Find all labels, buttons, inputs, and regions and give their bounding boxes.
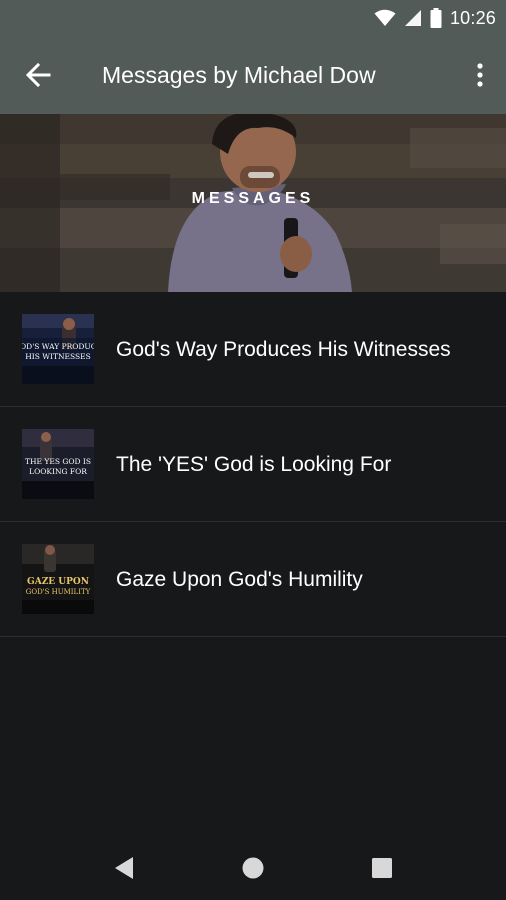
message-title: God's Way Produces His Witnesses bbox=[116, 338, 451, 361]
thumb-title-line-2: LOOKING FOR bbox=[29, 467, 87, 476]
signal-icon bbox=[404, 10, 421, 26]
nav-back-button[interactable] bbox=[100, 844, 148, 892]
thumb-title-line-2: GOD'S HUMILITY bbox=[26, 588, 91, 596]
more-vert-icon bbox=[477, 63, 483, 87]
list-item[interactable]: GOD'S WAY PRODUCE HIS WITNESSES God's Wa… bbox=[0, 292, 506, 407]
message-list: GOD'S WAY PRODUCE HIS WITNESSES God's Wa… bbox=[0, 292, 506, 637]
page-title: Messages by Michael Dow bbox=[102, 62, 376, 88]
thumb-title-line-1: GOD'S WAY PRODUCE bbox=[22, 342, 94, 351]
back-button[interactable] bbox=[18, 55, 58, 95]
home-circle-icon bbox=[242, 857, 264, 879]
nav-recents-button[interactable] bbox=[358, 844, 406, 892]
nav-home-button[interactable] bbox=[229, 844, 277, 892]
message-title: Gaze Upon God's Humility bbox=[116, 568, 363, 591]
thumb-title-line-1: THE YES GOD IS bbox=[25, 457, 91, 466]
series-banner: MESSAGES bbox=[0, 114, 506, 292]
banner-label: MESSAGES bbox=[191, 190, 315, 207]
thumb-title-line-1: GAZE UPON bbox=[27, 577, 89, 587]
status-icons: 10:26 bbox=[374, 0, 496, 36]
arrow-back-icon bbox=[25, 62, 51, 88]
wifi-icon bbox=[374, 9, 396, 26]
list-item[interactable]: GAZE UPON GOD'S HUMILITY Gaze Upon God's… bbox=[0, 522, 506, 637]
system-nav-bar bbox=[0, 836, 506, 900]
overflow-menu-button[interactable] bbox=[468, 55, 492, 95]
back-triangle-icon bbox=[115, 857, 134, 879]
thumb-title-line-2: HIS WITNESSES bbox=[25, 352, 91, 361]
battery-icon bbox=[430, 8, 442, 28]
message-thumbnail: THE YES GOD IS LOOKING FOR bbox=[22, 429, 94, 499]
app-bar: Messages by Michael Dow bbox=[0, 36, 506, 114]
status-time: 10:26 bbox=[449, 7, 496, 28]
message-thumbnail: GOD'S WAY PRODUCE HIS WITNESSES bbox=[22, 314, 94, 384]
list-item[interactable]: THE YES GOD IS LOOKING FOR The 'YES' God… bbox=[0, 407, 506, 522]
status-bar: 10:26 bbox=[0, 0, 506, 36]
recents-square-icon bbox=[371, 858, 392, 878]
message-title: The 'YES' God is Looking For bbox=[116, 453, 392, 476]
message-thumbnail: GAZE UPON GOD'S HUMILITY bbox=[22, 544, 94, 614]
